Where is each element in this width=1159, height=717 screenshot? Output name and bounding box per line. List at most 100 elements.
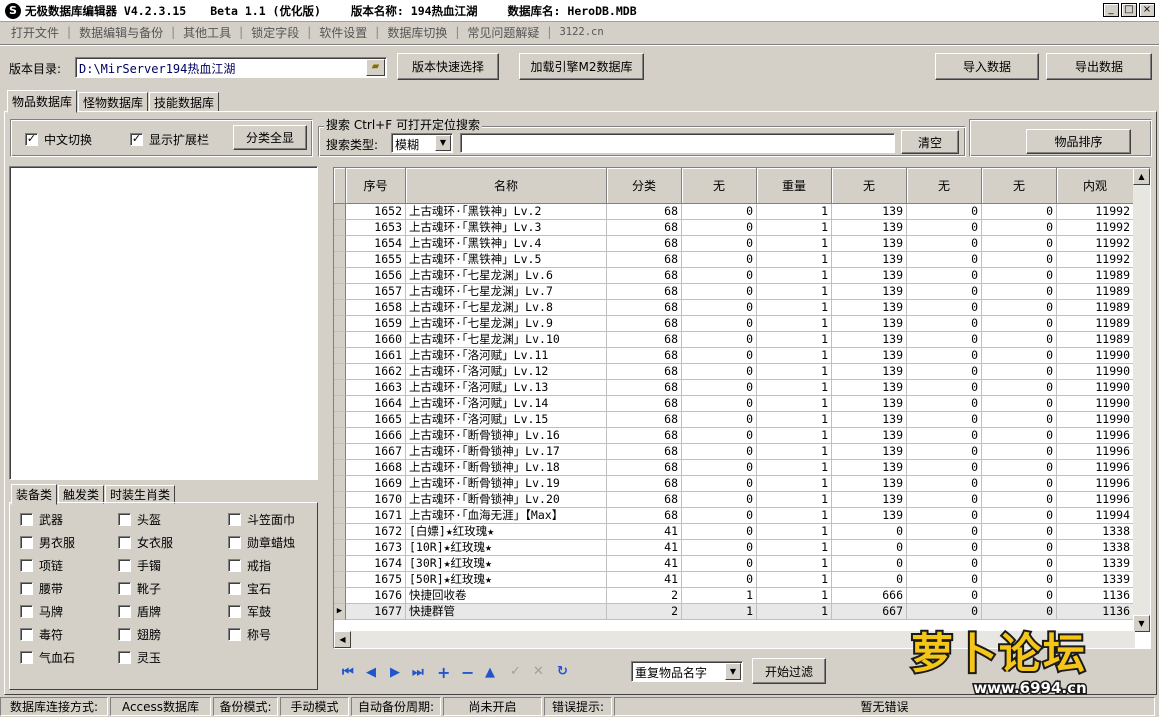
cell-looks[interactable]: 1136 xyxy=(1057,588,1134,604)
cell-name[interactable]: 上古魂环·「洛河赋」Lv.11 xyxy=(406,348,607,364)
category-toggle-18[interactable]: 气血石 xyxy=(20,649,75,666)
col-none-3[interactable]: 无 xyxy=(907,168,982,204)
menu-db-switch[interactable]: 数据库切换 xyxy=(381,24,453,41)
table-row[interactable]: 1667 上古魂环·「断骨锁神」Lv.17 68 0 1 139 0 0 11996 xyxy=(334,444,1134,460)
search-input[interactable] xyxy=(460,133,895,153)
cell-weight[interactable]: 1 xyxy=(757,380,832,396)
category-toggle-6[interactable]: 项链 xyxy=(20,557,63,574)
cell-none-4[interactable]: 0 xyxy=(982,300,1057,316)
cell-name[interactable]: 上古魂环·「七星龙渊」Lv.9 xyxy=(406,316,607,332)
cell-weight[interactable]: 1 xyxy=(757,332,832,348)
cell-none-3[interactable]: 0 xyxy=(907,380,982,396)
cell-none-4[interactable]: 0 xyxy=(982,476,1057,492)
table-row[interactable]: 1658 上古魂环·「七星龙渊」Lv.8 68 0 1 139 0 0 11989 xyxy=(334,300,1134,316)
cell-none-1[interactable]: 0 xyxy=(682,204,757,220)
cell-none-4[interactable]: 0 xyxy=(982,380,1057,396)
category-checkbox[interactable] xyxy=(20,559,33,572)
cell-weight[interactable]: 1 xyxy=(757,444,832,460)
cell-id[interactable]: 1653 xyxy=(346,220,406,236)
cell-name[interactable]: 上古魂环·「断骨锁神」Lv.20 xyxy=(406,492,607,508)
cell-weight[interactable]: 1 xyxy=(757,268,832,284)
cell-weight[interactable]: 1 xyxy=(757,460,832,476)
col-weight[interactable]: 重量 xyxy=(757,168,832,204)
cell-none-1[interactable]: 0 xyxy=(682,380,757,396)
cell-category[interactable]: 68 xyxy=(607,348,682,364)
category-toggle-7[interactable]: 手镯 xyxy=(118,557,161,574)
load-m2-button[interactable]: 加载引擎M2数据库 xyxy=(519,53,644,80)
cell-looks[interactable]: 11996 xyxy=(1057,476,1134,492)
cell-none-1[interactable]: 1 xyxy=(682,604,757,620)
category-checkbox[interactable] xyxy=(118,536,131,549)
cell-none-1[interactable]: 0 xyxy=(682,508,757,524)
cell-category[interactable]: 41 xyxy=(607,524,682,540)
cell-category[interactable]: 68 xyxy=(607,332,682,348)
table-row[interactable]: 1668 上古魂环·「断骨锁神」Lv.18 68 0 1 139 0 0 11996 xyxy=(334,460,1134,476)
cell-none-3[interactable]: 0 xyxy=(907,364,982,380)
cell-weight[interactable]: 1 xyxy=(757,396,832,412)
cell-none-4[interactable]: 0 xyxy=(982,412,1057,428)
category-checkbox[interactable] xyxy=(118,582,131,595)
col-none-1[interactable]: 无 xyxy=(682,168,757,204)
cell-looks[interactable]: 1339 xyxy=(1057,556,1134,572)
row-indicator[interactable] xyxy=(334,300,346,316)
cell-name[interactable]: 上古魂环·「洛河赋」Lv.12 xyxy=(406,364,607,380)
cell-none-2[interactable]: 139 xyxy=(832,284,907,300)
cell-none-2[interactable]: 666 xyxy=(832,588,907,604)
cell-none-3[interactable]: 0 xyxy=(907,348,982,364)
cell-none-4[interactable]: 0 xyxy=(982,572,1057,588)
cell-id[interactable]: 1671 xyxy=(346,508,406,524)
category-checkbox[interactable] xyxy=(20,536,33,549)
cell-none-3[interactable]: 0 xyxy=(907,252,982,268)
category-checkbox[interactable] xyxy=(20,605,33,618)
tab-monsters[interactable]: 怪物数据库 xyxy=(78,92,149,112)
cell-none-4[interactable]: 0 xyxy=(982,460,1057,476)
row-indicator[interactable] xyxy=(334,220,346,236)
cell-id[interactable]: 1657 xyxy=(346,284,406,300)
cell-none-4[interactable]: 0 xyxy=(982,204,1057,220)
next-record-icon[interactable]: ▶ xyxy=(390,665,400,680)
cell-looks[interactable]: 11996 xyxy=(1057,460,1134,476)
table-row[interactable]: 1664 上古魂环·「洛河赋」Lv.14 68 0 1 139 0 0 11990 xyxy=(334,396,1134,412)
cell-name[interactable]: 上古魂环·「七星龙渊」Lv.8 xyxy=(406,300,607,316)
cell-weight[interactable]: 1 xyxy=(757,204,832,220)
cell-none-3[interactable]: 0 xyxy=(907,444,982,460)
add-record-icon[interactable]: + xyxy=(437,663,450,682)
row-indicator[interactable] xyxy=(334,524,346,540)
cell-looks[interactable]: 11989 xyxy=(1057,316,1134,332)
cell-none-4[interactable]: 0 xyxy=(982,508,1057,524)
cell-none-1[interactable]: 1 xyxy=(682,588,757,604)
col-category[interactable]: 分类 xyxy=(607,168,682,204)
cell-category[interactable]: 2 xyxy=(607,604,682,620)
cell-none-1[interactable]: 0 xyxy=(682,492,757,508)
menu-open-file[interactable]: 打开文件 xyxy=(5,24,65,41)
cell-none-3[interactable]: 0 xyxy=(907,476,982,492)
cell-none-1[interactable]: 0 xyxy=(682,444,757,460)
row-indicator[interactable] xyxy=(334,460,346,476)
table-row[interactable]: 1654 上古魂环·「黑铁神」Lv.4 68 0 1 139 0 0 11992 xyxy=(334,236,1134,252)
category-toggle-15[interactable]: 毒符 xyxy=(20,626,63,643)
cell-category[interactable]: 68 xyxy=(607,268,682,284)
refresh-icon[interactable]: ↻ xyxy=(557,664,568,679)
menu-site-link[interactable]: 3122.cn xyxy=(553,26,609,38)
cell-none-1[interactable]: 0 xyxy=(682,348,757,364)
cell-none-1[interactable]: 0 xyxy=(682,332,757,348)
table-row[interactable]: 1662 上古魂环·「洛河赋」Lv.12 68 0 1 139 0 0 11990 xyxy=(334,364,1134,380)
table-row[interactable]: 1653 上古魂环·「黑铁神」Lv.3 68 0 1 139 0 0 11992 xyxy=(334,220,1134,236)
cell-weight[interactable]: 1 xyxy=(757,428,832,444)
cell-id[interactable]: 1669 xyxy=(346,476,406,492)
minimize-button[interactable]: _ xyxy=(1103,3,1119,17)
cell-looks[interactable]: 11994 xyxy=(1057,508,1134,524)
cell-none-4[interactable]: 0 xyxy=(982,284,1057,300)
chinese-checkbox[interactable]: ✓ xyxy=(25,133,38,146)
category-checkbox[interactable] xyxy=(228,536,241,549)
category-checkbox[interactable] xyxy=(20,628,33,641)
menu-edit-backup[interactable]: 数据编辑与备份 xyxy=(73,24,169,41)
search-type-select[interactable]: 模糊 ▼ xyxy=(391,133,453,153)
cell-none-2[interactable]: 0 xyxy=(832,572,907,588)
category-toggle-13[interactable]: 盾牌 xyxy=(118,603,161,620)
menu-faq[interactable]: 常见问题解疑 xyxy=(461,24,545,41)
cell-looks[interactable]: 11989 xyxy=(1057,332,1134,348)
cell-none-2[interactable]: 139 xyxy=(832,236,907,252)
cell-none-2[interactable]: 139 xyxy=(832,428,907,444)
cell-none-3[interactable]: 0 xyxy=(907,508,982,524)
